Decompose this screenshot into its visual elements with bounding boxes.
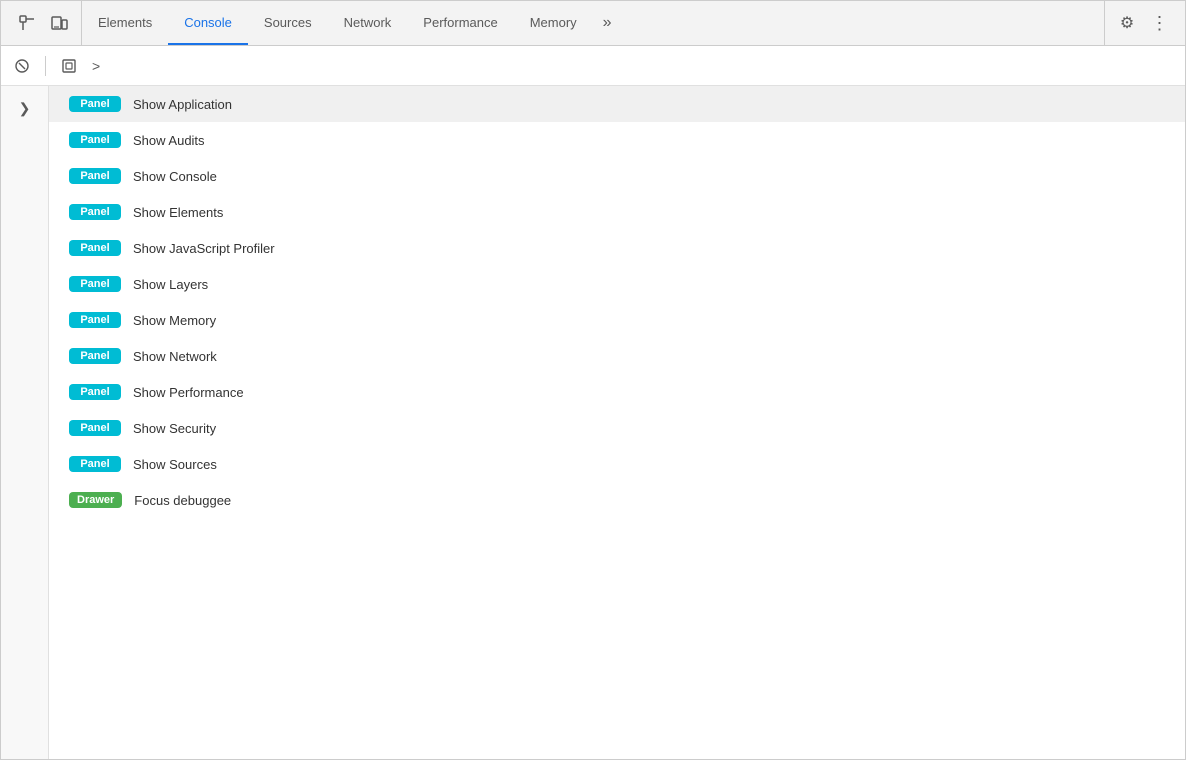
- list-item[interactable]: Drawer Focus debuggee: [49, 482, 1185, 518]
- list-item[interactable]: Panel Show Layers: [49, 266, 1185, 302]
- list-item[interactable]: Panel Show Network: [49, 338, 1185, 374]
- item-label: Show Console: [133, 169, 217, 184]
- item-badge: Panel: [69, 384, 121, 400]
- item-label: Focus debuggee: [134, 493, 231, 508]
- main-toolbar: Elements Console Sources Network Perform…: [1, 1, 1185, 46]
- tab-network[interactable]: Network: [328, 1, 408, 45]
- item-badge: Panel: [69, 456, 121, 472]
- list-item[interactable]: Panel Show Security: [49, 410, 1185, 446]
- list-item[interactable]: Panel Show Sources: [49, 446, 1185, 482]
- list-item[interactable]: Panel Show Performance: [49, 374, 1185, 410]
- tab-performance[interactable]: Performance: [407, 1, 513, 45]
- item-label: Show Layers: [133, 277, 208, 292]
- toolbar-separator: [45, 56, 46, 76]
- ellipsis-icon: ⋮: [1151, 13, 1168, 34]
- list-item[interactable]: Panel Show Elements: [49, 194, 1185, 230]
- left-sidebar: ❯: [1, 86, 49, 759]
- device-mode-button[interactable]: [45, 9, 73, 37]
- item-label: Show Memory: [133, 313, 216, 328]
- more-options-button[interactable]: ⋮: [1145, 9, 1173, 37]
- item-label: Show JavaScript Profiler: [133, 241, 275, 256]
- tab-sources[interactable]: Sources: [248, 1, 328, 45]
- item-badge: Panel: [69, 204, 121, 220]
- command-list: PanelShow ApplicationPanelShow AuditsPan…: [49, 86, 1185, 518]
- sidebar-expand-button[interactable]: ❯: [11, 94, 39, 122]
- item-label: Show Sources: [133, 457, 217, 472]
- item-label: Show Network: [133, 349, 217, 364]
- console-prompt-area[interactable]: >: [88, 58, 1177, 74]
- item-badge: Panel: [69, 348, 121, 364]
- chevron-right-icon: ❯: [19, 100, 31, 117]
- item-badge: Panel: [69, 312, 121, 328]
- expand-console-button[interactable]: [56, 53, 82, 79]
- item-badge: Panel: [69, 276, 121, 292]
- tab-console[interactable]: Console: [168, 1, 248, 45]
- item-badge: Panel: [69, 132, 121, 148]
- tab-list: Elements Console Sources Network Perform…: [82, 1, 1104, 45]
- prompt-arrow: >: [92, 58, 100, 74]
- item-badge: Panel: [69, 240, 121, 256]
- item-badge: Panel: [69, 168, 121, 184]
- toolbar-left-icons: [5, 1, 82, 45]
- main-content: ❯ PanelShow ApplicationPanelShow AuditsP…: [1, 86, 1185, 759]
- item-badge: Drawer: [69, 492, 122, 508]
- item-label: Show Performance: [133, 385, 244, 400]
- item-badge: Panel: [69, 96, 121, 112]
- command-dropdown: PanelShow ApplicationPanelShow AuditsPan…: [49, 86, 1185, 759]
- item-label: Show Elements: [133, 205, 223, 220]
- settings-button[interactable]: ⚙: [1113, 9, 1141, 37]
- tab-elements[interactable]: Elements: [82, 1, 168, 45]
- list-item[interactable]: Panel Show JavaScript Profiler: [49, 230, 1185, 266]
- item-label: Show Audits: [133, 133, 205, 148]
- item-label: Show Security: [133, 421, 216, 436]
- more-tabs-button[interactable]: »: [593, 1, 622, 45]
- devtools-window: Elements Console Sources Network Perform…: [0, 0, 1186, 760]
- clear-console-button[interactable]: [9, 53, 35, 79]
- toolbar-right-icons: ⚙ ⋮: [1104, 1, 1181, 45]
- item-label: Show Application: [133, 97, 232, 112]
- list-item[interactable]: Panel Show Audits: [49, 122, 1185, 158]
- list-item[interactable]: Panel Show Console: [49, 158, 1185, 194]
- gear-icon: ⚙: [1120, 13, 1134, 33]
- console-toolbar: >: [1, 46, 1185, 86]
- item-badge: Panel: [69, 420, 121, 436]
- list-item[interactable]: Panel Show Application: [49, 86, 1185, 122]
- list-item[interactable]: Panel Show Memory: [49, 302, 1185, 338]
- tab-memory[interactable]: Memory: [514, 1, 593, 45]
- inspect-element-button[interactable]: [13, 9, 41, 37]
